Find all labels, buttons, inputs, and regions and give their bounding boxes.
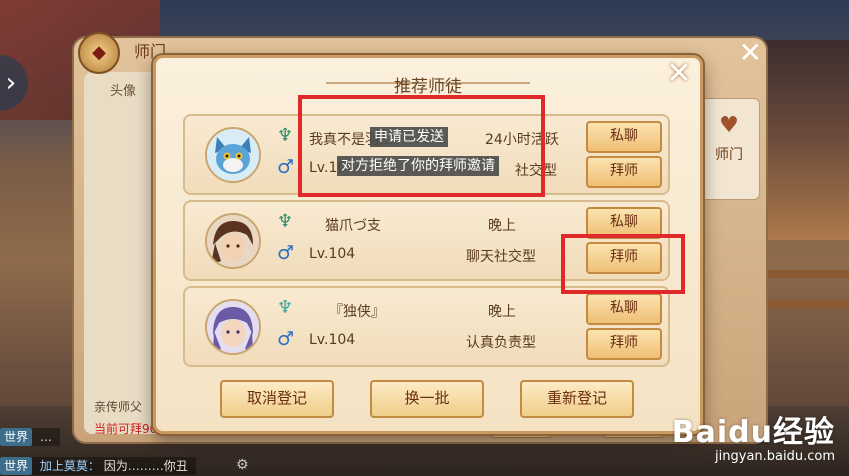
watermark-logo: Baidu经验: [671, 415, 835, 450]
candidate-row: ♆ ♂ 『独侠』 Lv.104 晚上 认真负责型 私聊 拜师: [183, 286, 670, 367]
annotation-box-toasts: [298, 95, 545, 197]
private-chat-button[interactable]: 私聊: [586, 293, 662, 325]
reregister-button[interactable]: 重新登记: [520, 380, 634, 418]
candidate-name: 猫爪づ支: [325, 218, 381, 234]
beam-decoration: [759, 270, 849, 278]
male-icon: ♂: [277, 242, 295, 264]
candidate-active-time: 晚上: [488, 304, 516, 320]
candidate-type: 聊天社交型: [466, 249, 536, 265]
refresh-batch-button[interactable]: 换一批: [370, 380, 484, 418]
chat-text: 因为………你丑: [103, 459, 188, 473]
chat-line[interactable]: 世界 加上莫莫： 因为………你丑: [0, 457, 196, 475]
mentor-rank-icon: ♆: [277, 125, 294, 146]
candidate-level: Lv.104: [309, 246, 356, 262]
cancel-registration-button[interactable]: 取消登记: [220, 380, 334, 418]
candidate-type: 认真负责型: [466, 335, 536, 351]
candidate-active-time: 晚上: [488, 218, 516, 234]
mentor-rank-icon: ♆: [277, 297, 294, 318]
candidate-level: Lv.104: [309, 332, 356, 348]
apprentice-button[interactable]: 拜师: [586, 328, 662, 360]
mentor-window-close-icon[interactable]: ✕: [739, 36, 762, 69]
avatar-purple-hair[interactable]: [205, 299, 261, 355]
tab-mentor[interactable]: ♥ 师门: [698, 98, 760, 200]
chat-channel-tag: 世界: [0, 457, 33, 475]
chat-channel-tag: 世界: [0, 428, 33, 446]
mentor-rank-icon: ♆: [277, 211, 294, 232]
mentor-tab-icon: ♥: [719, 113, 739, 138]
avatar-brown-hair[interactable]: [205, 213, 261, 269]
watermark: Baidu经验 jingyan.baidu.com: [672, 407, 835, 464]
chat-settings-gear-icon[interactable]: ⚙: [236, 457, 249, 473]
watermark-url: jingyan.baidu.com: [715, 449, 835, 464]
chat-text: …: [39, 430, 52, 444]
private-chat-button[interactable]: 私聊: [586, 121, 662, 153]
sect-emblem-icon: ◆: [78, 32, 120, 74]
male-icon: ♂: [277, 328, 295, 350]
apprentice-button[interactable]: 拜师: [586, 156, 662, 188]
building-decoration: [759, 40, 849, 240]
column-header-avatar: 头像: [110, 84, 137, 99]
male-icon: ♂: [277, 156, 295, 178]
chat-sender: 加上莫莫：: [39, 459, 100, 473]
direct-master-label: 亲传师父: [94, 400, 143, 414]
annotation-box-apprentice-button: [561, 234, 685, 294]
tab-mentor-label: 师门: [715, 147, 743, 163]
dialog-close-icon[interactable]: ✕: [664, 59, 694, 90]
chat-line[interactable]: 世界 …: [0, 428, 60, 446]
dialog-title: 推荐师徒: [394, 77, 462, 97]
candidate-name: 『独侠』: [329, 304, 385, 320]
beam-decoration: [759, 300, 849, 308]
avatar-blue-cat[interactable]: [205, 127, 261, 183]
